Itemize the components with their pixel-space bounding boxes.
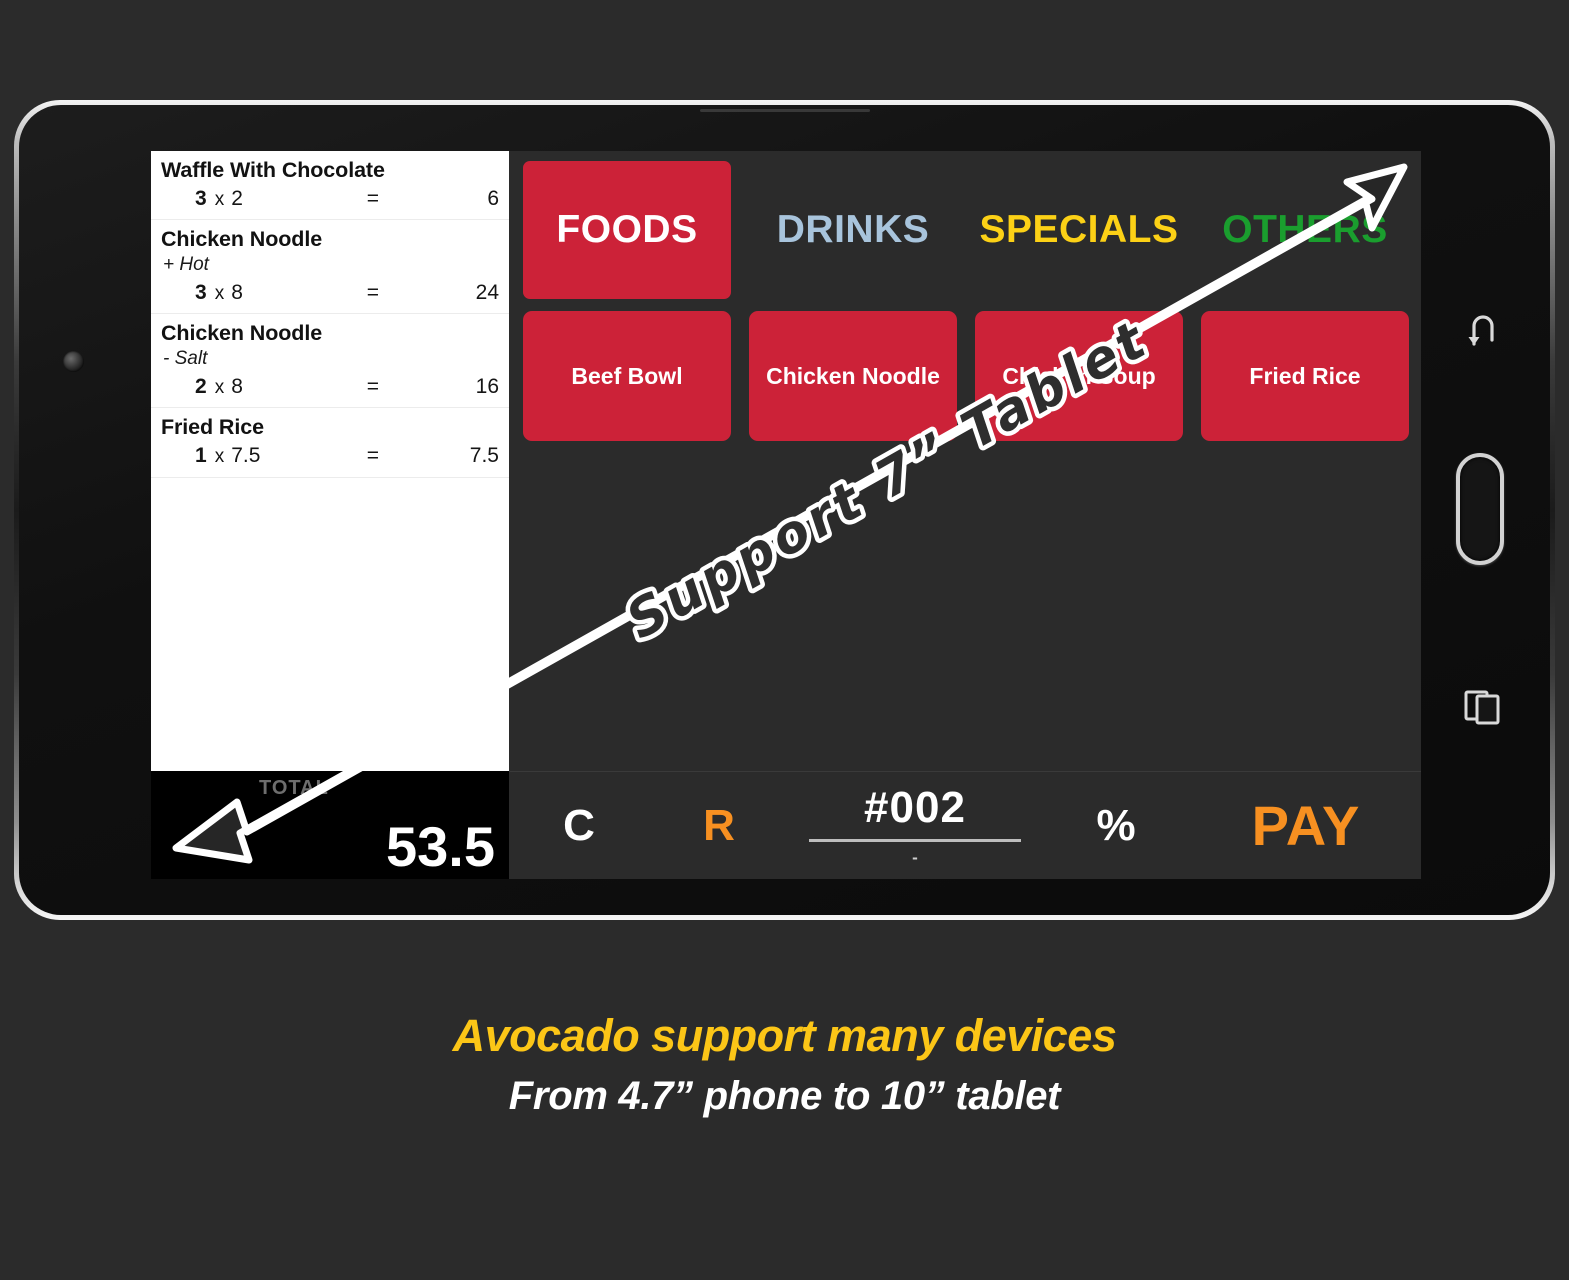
tab-specials-label: SPECIALS (979, 208, 1179, 251)
product-button-fried-rice[interactable]: Fried Rice (1201, 311, 1409, 441)
discount-percent-button[interactable]: % (1041, 772, 1191, 879)
product-label: Beef Bowl (571, 362, 683, 389)
pay-label: PAY (1251, 794, 1361, 857)
multiply-symbol: x (214, 188, 225, 210)
product-button-beef-bowl[interactable]: Beef Bowl (523, 311, 731, 441)
order-item-calculation: 1 x 7.5 = 7.5 (161, 441, 499, 471)
order-panel: Waffle With Chocolate 3 x 2 = 6 Chicken … (151, 151, 509, 879)
caption-headline: Avocado support many devices (452, 1010, 1117, 1061)
app-screen: Waffle With Chocolate 3 x 2 = 6 Chicken … (151, 151, 1421, 879)
tablet-bezel: Waffle With Chocolate 3 x 2 = 6 Chicken … (19, 105, 1550, 915)
tab-foods[interactable]: FOODS (523, 161, 731, 299)
recents-squares-icon[interactable] (1462, 685, 1504, 732)
order-item-line-total: 7.5 (469, 444, 499, 468)
order-list-item[interactable]: Waffle With Chocolate 3 x 2 = 6 (151, 151, 509, 221)
order-item-line-total: 24 (475, 280, 499, 304)
total-label: TOTAL (259, 777, 329, 799)
order-item-qty: 3 (195, 186, 207, 210)
catalog-panel: FOODS DRINKS SPECIALS OTHERS Beef Bowl C… (509, 151, 1421, 879)
product-label: Chicken Soup (1002, 362, 1156, 389)
tab-others[interactable]: OTHERS (1201, 161, 1409, 299)
multiply-symbol: x (214, 446, 225, 468)
catalog-main: FOODS DRINKS SPECIALS OTHERS Beef Bowl C… (509, 151, 1421, 771)
multiply-symbol: x (214, 376, 225, 398)
order-item-qty: 1 (195, 444, 207, 468)
category-tabs: FOODS DRINKS SPECIALS OTHERS (523, 161, 1409, 299)
order-item-name: Chicken Noodle (161, 227, 323, 252)
clear-label: C (563, 800, 595, 850)
order-item-name: Waffle With Chocolate (161, 158, 385, 182)
order-total-bar: TOTAL 53.5 (151, 771, 509, 879)
ticket-field-underline (809, 838, 1021, 842)
caption-block: Avocado support many devices From 4.7” p… (0, 1008, 1569, 1122)
percent-label: % (1096, 800, 1136, 850)
product-button-chicken-noodle[interactable]: Chicken Noodle (749, 311, 957, 441)
home-pill-icon[interactable] (1456, 453, 1504, 565)
order-item-name: Chicken Noodle (161, 321, 323, 346)
order-item-unit-price: 7.5 (231, 444, 261, 468)
equals-symbol: = (366, 280, 379, 304)
tab-specials[interactable]: SPECIALS (975, 161, 1183, 299)
order-list-item[interactable]: Chicken Noodle - Salt 2 x 8 = 16 (151, 314, 509, 409)
tab-drinks-label: DRINKS (776, 208, 930, 251)
tab-foods-label: FOODS (556, 208, 698, 251)
order-item-unit-price: 8 (231, 374, 243, 398)
order-item-calculation: 3 x 8 = 24 (161, 278, 499, 308)
pay-button[interactable]: PAY (1191, 772, 1421, 879)
multiply-symbol: x (214, 282, 225, 304)
tab-others-label: OTHERS (1222, 208, 1388, 251)
product-label: Chicken Noodle (766, 362, 940, 389)
product-label: Fried Rice (1249, 362, 1361, 389)
order-items-list[interactable]: Waffle With Chocolate 3 x 2 = 6 Chicken … (151, 151, 509, 771)
order-item-line-total: 6 (487, 186, 499, 210)
action-bar: C R #002 - % PAY (509, 771, 1421, 879)
order-list-item[interactable]: Fried Rice 1 x 7.5 = 7.5 (151, 408, 509, 478)
back-arrow-icon[interactable] (1464, 310, 1504, 355)
caption-subline: From 4.7” phone to 10” tablet (508, 1074, 1061, 1119)
order-item-qty: 2 (195, 374, 207, 398)
order-item-calculation: 2 x 8 = 16 (161, 372, 499, 402)
ticket-number-value: #002 (864, 782, 966, 832)
recall-button[interactable]: R (649, 772, 789, 879)
order-item-unit-price: 8 (231, 280, 243, 304)
order-item-qty: 3 (195, 280, 207, 304)
equals-symbol: = (366, 186, 379, 210)
order-item-modifier: - Salt (163, 348, 208, 370)
tablet-device-frame: Waffle With Chocolate 3 x 2 = 6 Chicken … (14, 100, 1555, 920)
front-camera-icon (63, 351, 84, 372)
tab-drinks[interactable]: DRINKS (749, 161, 957, 299)
clear-button[interactable]: C (509, 772, 649, 879)
equals-symbol: = (366, 374, 379, 398)
ticket-number-field[interactable]: #002 - (789, 772, 1041, 879)
promo-screenshot: Waffle With Chocolate 3 x 2 = 6 Chicken … (0, 0, 1569, 1280)
order-item-modifier: + Hot (163, 254, 209, 276)
product-grid: Beef Bowl Chicken Noodle Chicken Soup Fr… (523, 311, 1409, 441)
order-list-item[interactable]: Chicken Noodle + Hot 3 x 8 = 24 (151, 220, 509, 315)
earpiece-speaker-icon (699, 109, 870, 112)
order-item-line-total: 16 (475, 374, 499, 398)
total-amount: 53.5 (386, 815, 495, 878)
product-button-chicken-soup[interactable]: Chicken Soup (975, 311, 1183, 441)
recall-label: R (703, 800, 735, 850)
order-item-unit-price: 2 (231, 186, 243, 210)
equals-symbol: = (366, 444, 379, 468)
order-item-name: Fried Rice (161, 415, 264, 440)
ticket-field-hint: - (912, 847, 918, 867)
order-item-calculation: 3 x 2 = 6 (161, 184, 499, 214)
